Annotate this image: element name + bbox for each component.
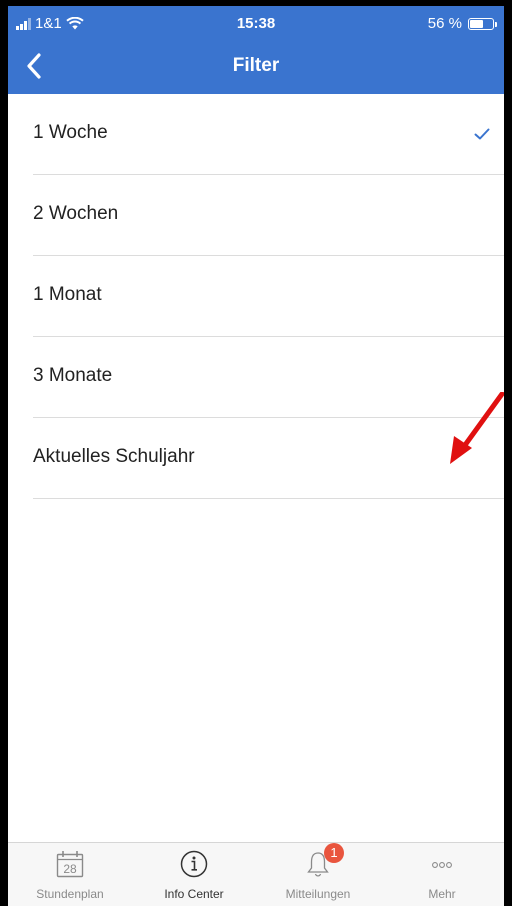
more-icon — [380, 849, 504, 879]
tab-label: Mitteilungen — [285, 887, 351, 901]
calendar-day: 28 — [63, 862, 77, 876]
filter-option-label: 1 Monat — [33, 284, 102, 305]
tab-label: Mehr — [428, 887, 456, 901]
filter-option-3-monate[interactable]: 3 Monate — [8, 337, 504, 418]
bell-icon — [256, 849, 380, 879]
filter-option-label: 3 Monate — [33, 365, 113, 386]
filter-option-label: 1 Woche — [33, 122, 108, 143]
battery-icon — [468, 17, 497, 30]
tab-mehr[interactable]: Mehr — [380, 843, 504, 906]
filter-option-1-woche[interactable]: 1 Woche — [8, 94, 504, 175]
calendar-icon: 28 — [8, 849, 132, 879]
app-screen: 1&1 15:38 56 % Filter 1 Woche 2 Wochen 1… — [8, 6, 504, 906]
tab-bar: 28 Stundenplan Info Center 1 Mitteilunge… — [8, 842, 504, 906]
filter-list: 1 Woche 2 Wochen 1 Monat 3 Monate Aktuel… — [8, 94, 504, 499]
notification-badge: 1 — [324, 843, 344, 863]
filter-option-label: 2 Wochen — [33, 203, 119, 224]
checkmark-icon — [474, 128, 490, 140]
nav-bar: Filter — [8, 40, 504, 94]
tab-stundenplan[interactable]: 28 Stundenplan — [8, 843, 132, 906]
battery-percent: 56 % — [427, 15, 462, 32]
battery-group: 56 % — [427, 15, 497, 32]
tab-label: Info Center — [164, 887, 224, 901]
filter-option-label: Aktuelles Schuljahr — [33, 446, 195, 467]
filter-option-1-monat[interactable]: 1 Monat — [8, 256, 504, 337]
status-bar: 1&1 15:38 56 % — [8, 6, 504, 40]
tab-mitteilungen[interactable]: 1 Mitteilungen — [256, 843, 380, 906]
tab-label: Stundenplan — [36, 887, 104, 901]
tab-info-center[interactable]: Info Center — [132, 843, 256, 906]
device-frame: 1&1 15:38 56 % Filter 1 Woche 2 Wochen 1… — [0, 0, 512, 906]
filter-option-2-wochen[interactable]: 2 Wochen — [8, 175, 504, 256]
header: 1&1 15:38 56 % Filter — [8, 6, 504, 94]
info-icon — [132, 849, 256, 879]
filter-option-aktuelles-schuljahr[interactable]: Aktuelles Schuljahr — [8, 418, 504, 499]
annotation-arrow-icon — [450, 392, 504, 464]
page-title: Filter — [232, 55, 280, 76]
row-divider — [33, 498, 504, 499]
